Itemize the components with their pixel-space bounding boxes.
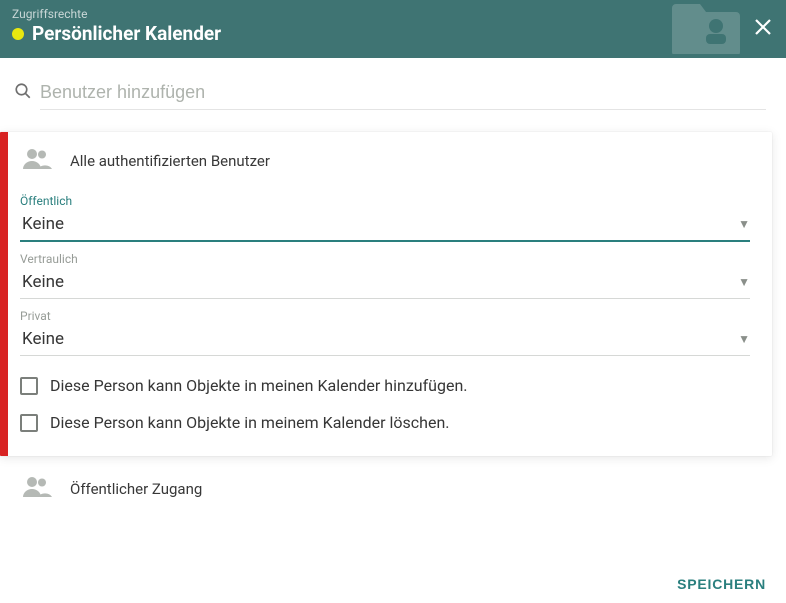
- acl-user-label: Alle authentifizierten Benutzer: [70, 152, 270, 170]
- contact-folder-icon: [670, 0, 742, 58]
- search-row: [0, 58, 786, 110]
- checkbox-can-delete[interactable]: [20, 414, 38, 432]
- dialog-footer: Speichern: [677, 574, 766, 593]
- select-confidential-value: Keine: [22, 272, 64, 292]
- select-public-value: Keine: [22, 214, 64, 234]
- select-confidential[interactable]: Keine ▼: [20, 268, 750, 299]
- checkbox-row-can-delete[interactable]: Diese Person kann Objekte in meinem Kale…: [20, 413, 750, 432]
- field-public: Öffentlich Keine ▼: [20, 194, 750, 242]
- header-subtitle: Zugriffsrechte: [12, 6, 768, 22]
- field-private: Privat Keine ▼: [20, 309, 750, 356]
- people-icon: [22, 476, 52, 502]
- add-user-input[interactable]: [40, 76, 766, 110]
- field-public-label: Öffentlich: [20, 194, 750, 208]
- checkbox-row-can-add[interactable]: Diese Person kann Objekte in meinen Kale…: [20, 376, 750, 395]
- select-public[interactable]: Keine ▼: [20, 210, 750, 242]
- select-private[interactable]: Keine ▼: [20, 325, 750, 356]
- search-icon: [14, 82, 32, 104]
- dialog-header: Zugriffsrechte Persönlicher Kalender: [0, 0, 786, 58]
- field-private-label: Privat: [20, 309, 750, 323]
- people-icon: [22, 148, 52, 174]
- close-icon: [754, 18, 772, 36]
- save-button[interactable]: Speichern: [677, 576, 766, 592]
- header-title: Persönlicher Kalender: [32, 22, 221, 45]
- checkbox-can-add[interactable]: [20, 377, 38, 395]
- chevron-down-icon: ▼: [738, 217, 750, 231]
- public-access-row[interactable]: Öffentlicher Zugang: [0, 456, 786, 502]
- close-button[interactable]: [754, 18, 772, 40]
- checkbox-can-add-label: Diese Person kann Objekte in meinen Kale…: [50, 376, 468, 395]
- field-confidential: Vertraulich Keine ▼: [20, 252, 750, 299]
- calendar-color-dot: [12, 28, 24, 40]
- acl-user-row: Alle authentifizierten Benutzer: [20, 148, 750, 174]
- chevron-down-icon: ▼: [738, 332, 750, 346]
- checkbox-can-delete-label: Diese Person kann Objekte in meinem Kale…: [50, 413, 450, 432]
- public-access-label: Öffentlicher Zugang: [70, 480, 202, 498]
- acl-card: Alle authentifizierten Benutzer Öffentli…: [0, 132, 772, 456]
- chevron-down-icon: ▼: [738, 275, 750, 289]
- select-private-value: Keine: [22, 329, 64, 349]
- field-confidential-label: Vertraulich: [20, 252, 750, 266]
